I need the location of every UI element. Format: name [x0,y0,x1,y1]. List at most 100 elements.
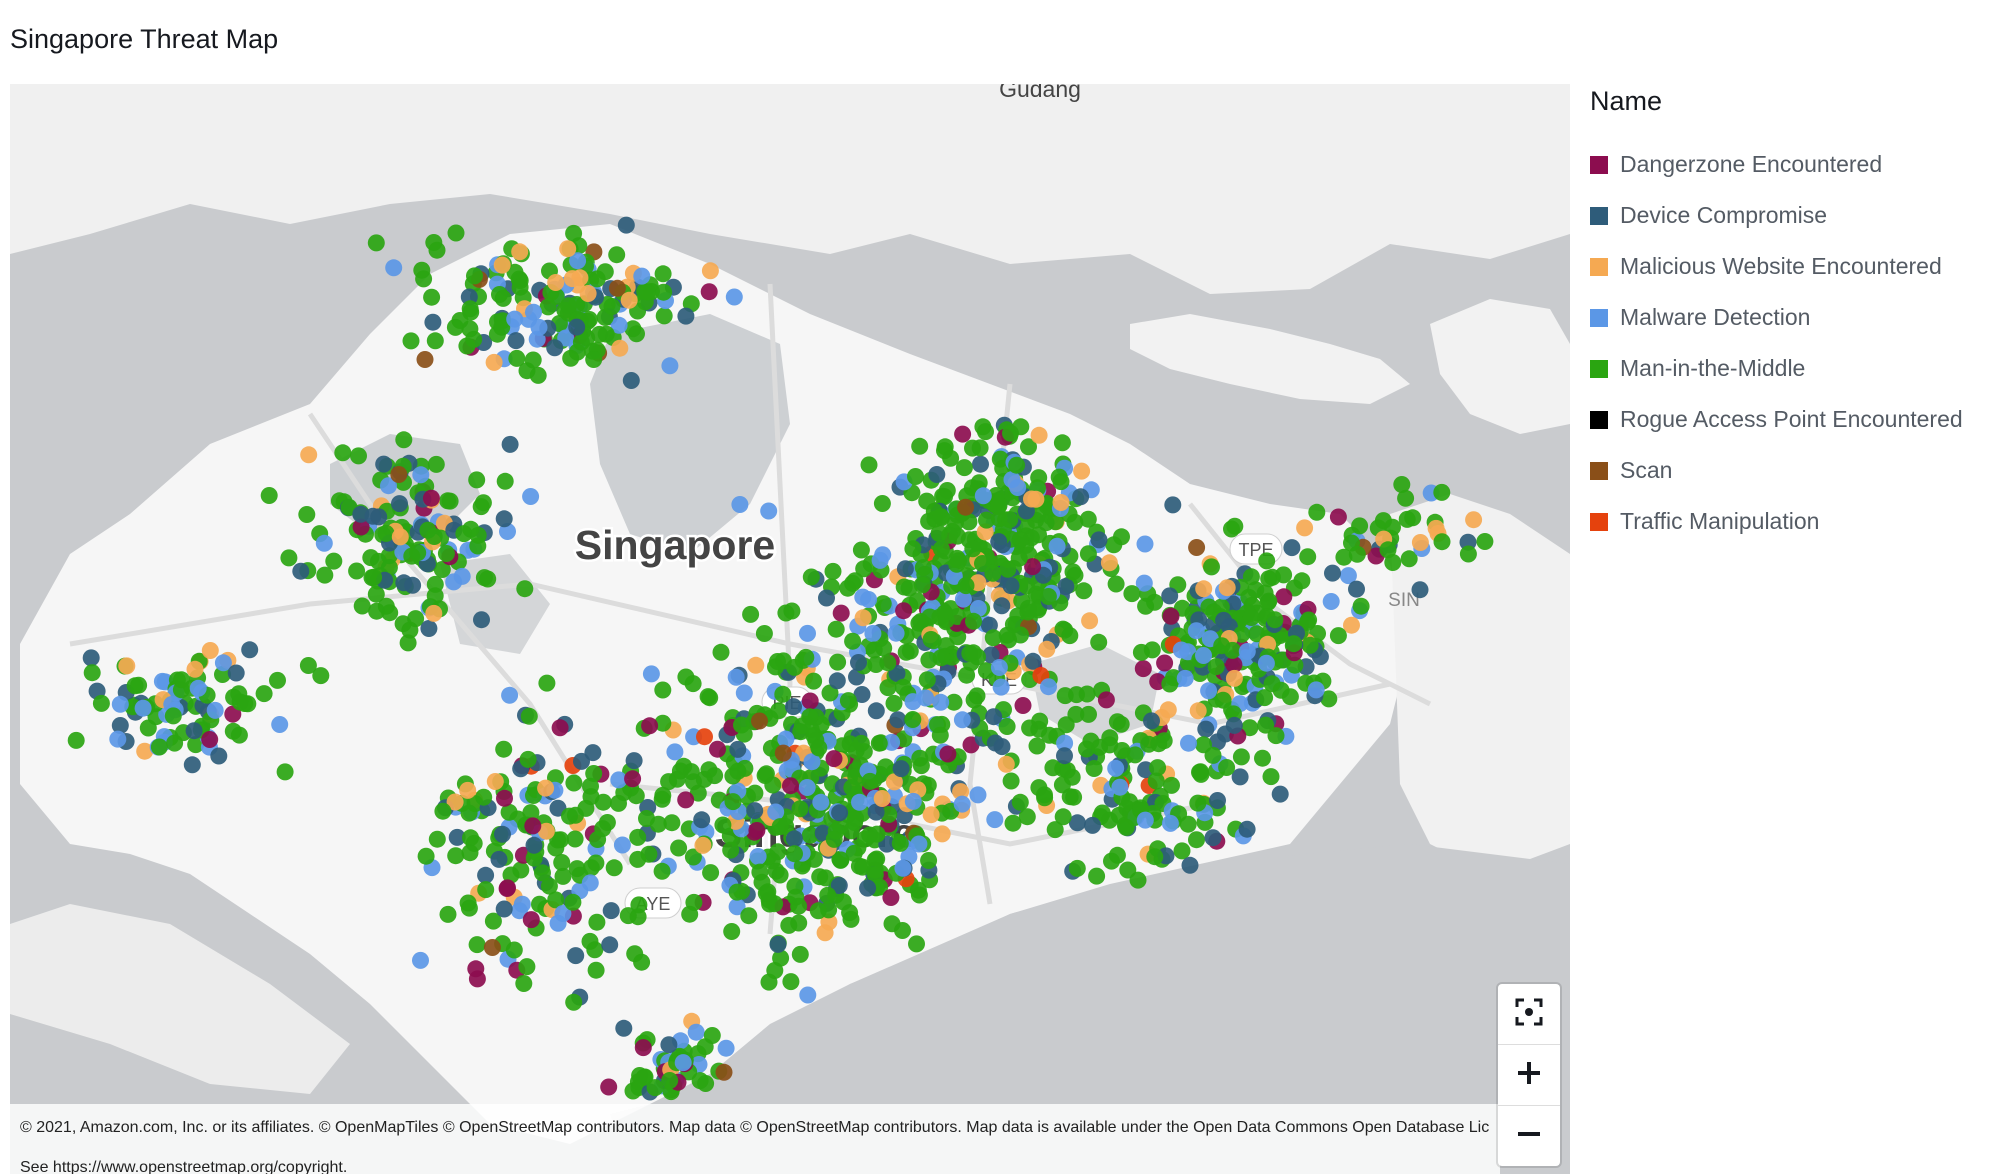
threat-marker[interactable] [1079,545,1097,563]
threat-marker[interactable] [834,893,852,911]
threat-marker[interactable] [1002,424,1019,442]
threat-marker[interactable] [573,752,590,770]
threat-marker[interactable] [348,562,366,580]
threat-marker[interactable] [802,568,820,586]
threat-marker[interactable] [588,270,606,288]
threat-marker[interactable] [1299,548,1317,566]
threat-marker[interactable] [1476,533,1494,550]
threat-marker[interactable] [446,318,464,336]
threat-marker[interactable] [241,641,259,659]
threat-marker[interactable] [391,528,409,546]
threat-marker[interactable] [755,625,773,642]
threat-marker[interactable] [1329,508,1347,526]
threat-marker[interactable] [691,1072,709,1090]
threat-marker[interactable] [660,1036,678,1054]
threat-marker[interactable] [974,487,992,505]
threat-marker[interactable] [134,699,152,717]
threat-marker[interactable] [439,905,457,923]
threat-marker[interactable] [865,641,883,659]
threat-marker[interactable] [412,466,430,484]
threat-marker[interactable] [468,936,486,954]
threat-marker[interactable] [183,756,201,774]
threat-marker[interactable] [1164,496,1182,514]
threat-marker[interactable] [633,267,651,285]
threat-marker[interactable] [1411,534,1429,551]
threat-marker[interactable] [468,471,486,489]
threat-marker[interactable] [1200,682,1218,700]
threat-marker[interactable] [437,545,455,562]
threat-marker[interactable] [824,562,842,580]
threat-marker[interactable] [1134,660,1152,678]
threat-marker[interactable] [801,692,819,710]
threat-marker[interactable] [1056,747,1073,765]
threat-marker[interactable] [895,578,913,596]
threat-marker[interactable] [1011,793,1029,811]
threat-marker[interactable] [810,739,828,757]
threat-marker[interactable] [910,835,928,853]
recenter-button[interactable] [1498,984,1560,1045]
threat-marker[interactable] [522,911,540,929]
threat-marker[interactable] [799,986,817,1004]
threat-marker[interactable] [1191,763,1208,781]
threat-marker[interactable] [538,674,556,692]
threat-marker[interactable] [978,511,995,529]
threat-marker[interactable] [139,719,157,737]
threat-marker[interactable] [1046,821,1064,839]
threat-marker[interactable] [791,945,809,963]
threat-marker[interactable] [585,351,603,368]
threat-marker[interactable] [887,624,905,642]
threat-marker[interactable] [92,694,110,712]
threat-marker[interactable] [424,313,442,331]
threat-marker[interactable] [1247,581,1265,599]
threat-marker[interactable] [904,693,922,711]
threat-marker[interactable] [882,889,900,906]
threat-marker[interactable] [485,353,503,371]
threat-marker[interactable] [409,544,427,562]
threat-marker[interactable] [315,534,333,552]
threat-marker[interactable] [447,224,465,242]
threat-marker[interactable] [1018,808,1036,826]
threat-marker[interactable] [742,605,760,623]
threat-marker[interactable] [1181,856,1199,874]
threat-marker[interactable] [1048,537,1066,555]
threat-marker[interactable] [1052,494,1070,511]
threat-marker[interactable] [767,803,785,821]
threat-marker[interactable] [1398,510,1416,528]
threat-marker[interactable] [404,576,422,594]
threat-marker[interactable] [954,425,972,443]
threat-marker[interactable] [677,668,695,686]
threat-marker[interactable] [894,678,912,696]
threat-marker[interactable] [937,637,955,655]
threat-marker[interactable] [459,781,477,799]
threat-marker[interactable] [1324,564,1341,582]
threat-marker[interactable] [725,288,743,306]
threat-marker[interactable] [786,877,804,895]
threat-marker[interactable] [1150,735,1168,753]
threat-marker[interactable] [166,734,184,752]
threat-marker[interactable] [972,455,989,473]
threat-marker[interactable] [1218,759,1236,776]
threat-marker[interactable] [677,307,695,325]
threat-marker[interactable] [428,830,446,848]
threat-marker[interactable] [928,466,946,483]
threat-marker[interactable] [687,1023,705,1041]
threat-marker[interactable] [695,770,713,788]
threat-marker[interactable] [774,744,792,762]
threat-marker[interactable] [546,339,564,357]
threat-marker[interactable] [1180,734,1197,752]
threat-marker[interactable] [402,332,420,350]
threat-marker[interactable] [496,472,514,490]
threat-marker[interactable] [589,831,607,848]
threat-marker[interactable] [554,867,572,885]
threat-marker[interactable] [425,604,443,622]
zoom-in-button[interactable] [1498,1045,1560,1106]
threat-marker[interactable] [628,325,645,343]
threat-marker[interactable] [791,800,809,818]
threat-marker[interactable] [1433,533,1451,551]
threat-marker[interactable] [495,900,513,918]
threat-marker[interactable] [764,776,782,794]
threat-marker[interactable] [861,826,879,844]
threat-marker[interactable] [567,947,585,965]
threat-marker[interactable] [1147,772,1165,790]
threat-marker[interactable] [932,693,950,711]
